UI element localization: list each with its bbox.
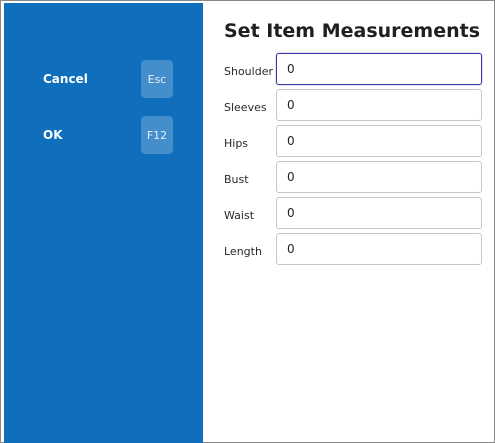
bust-input[interactable] <box>276 161 482 193</box>
sleeves-input[interactable] <box>276 89 482 121</box>
cancel-button[interactable]: Cancel Esc <box>4 60 203 100</box>
bust-row: Bust <box>203 161 495 193</box>
sleeves-label: Sleeves <box>224 101 267 114</box>
action-sidebar: Cancel Esc OK F12 <box>4 3 203 443</box>
waist-row: Waist <box>203 197 495 229</box>
hips-input[interactable] <box>276 125 482 157</box>
page-title: Set Item Measurements <box>224 20 481 42</box>
shoulder-input[interactable] <box>276 53 482 85</box>
bust-label: Bust <box>224 173 249 186</box>
length-row: Length <box>203 233 495 265</box>
sleeves-row: Sleeves <box>203 89 495 121</box>
waist-label: Waist <box>224 209 255 222</box>
cancel-label: Cancel <box>43 72 88 86</box>
esc-shortcut-badge: Esc <box>141 60 173 98</box>
f12-shortcut-badge: F12 <box>141 116 173 154</box>
ok-button[interactable]: OK F12 <box>4 116 203 156</box>
ok-label: OK <box>43 128 63 142</box>
hips-row: Hips <box>203 125 495 157</box>
shoulder-row: Shoulder <box>203 53 495 85</box>
length-input[interactable] <box>276 233 482 265</box>
shoulder-label: Shoulder <box>224 65 273 78</box>
measurements-form: Set Item Measurements Shoulder Sleeves H… <box>203 1 495 443</box>
waist-input[interactable] <box>276 197 482 229</box>
length-label: Length <box>224 245 262 258</box>
measurements-dialog: Cancel Esc OK F12 Set Item Measurements … <box>0 0 495 443</box>
hips-label: Hips <box>224 137 249 150</box>
